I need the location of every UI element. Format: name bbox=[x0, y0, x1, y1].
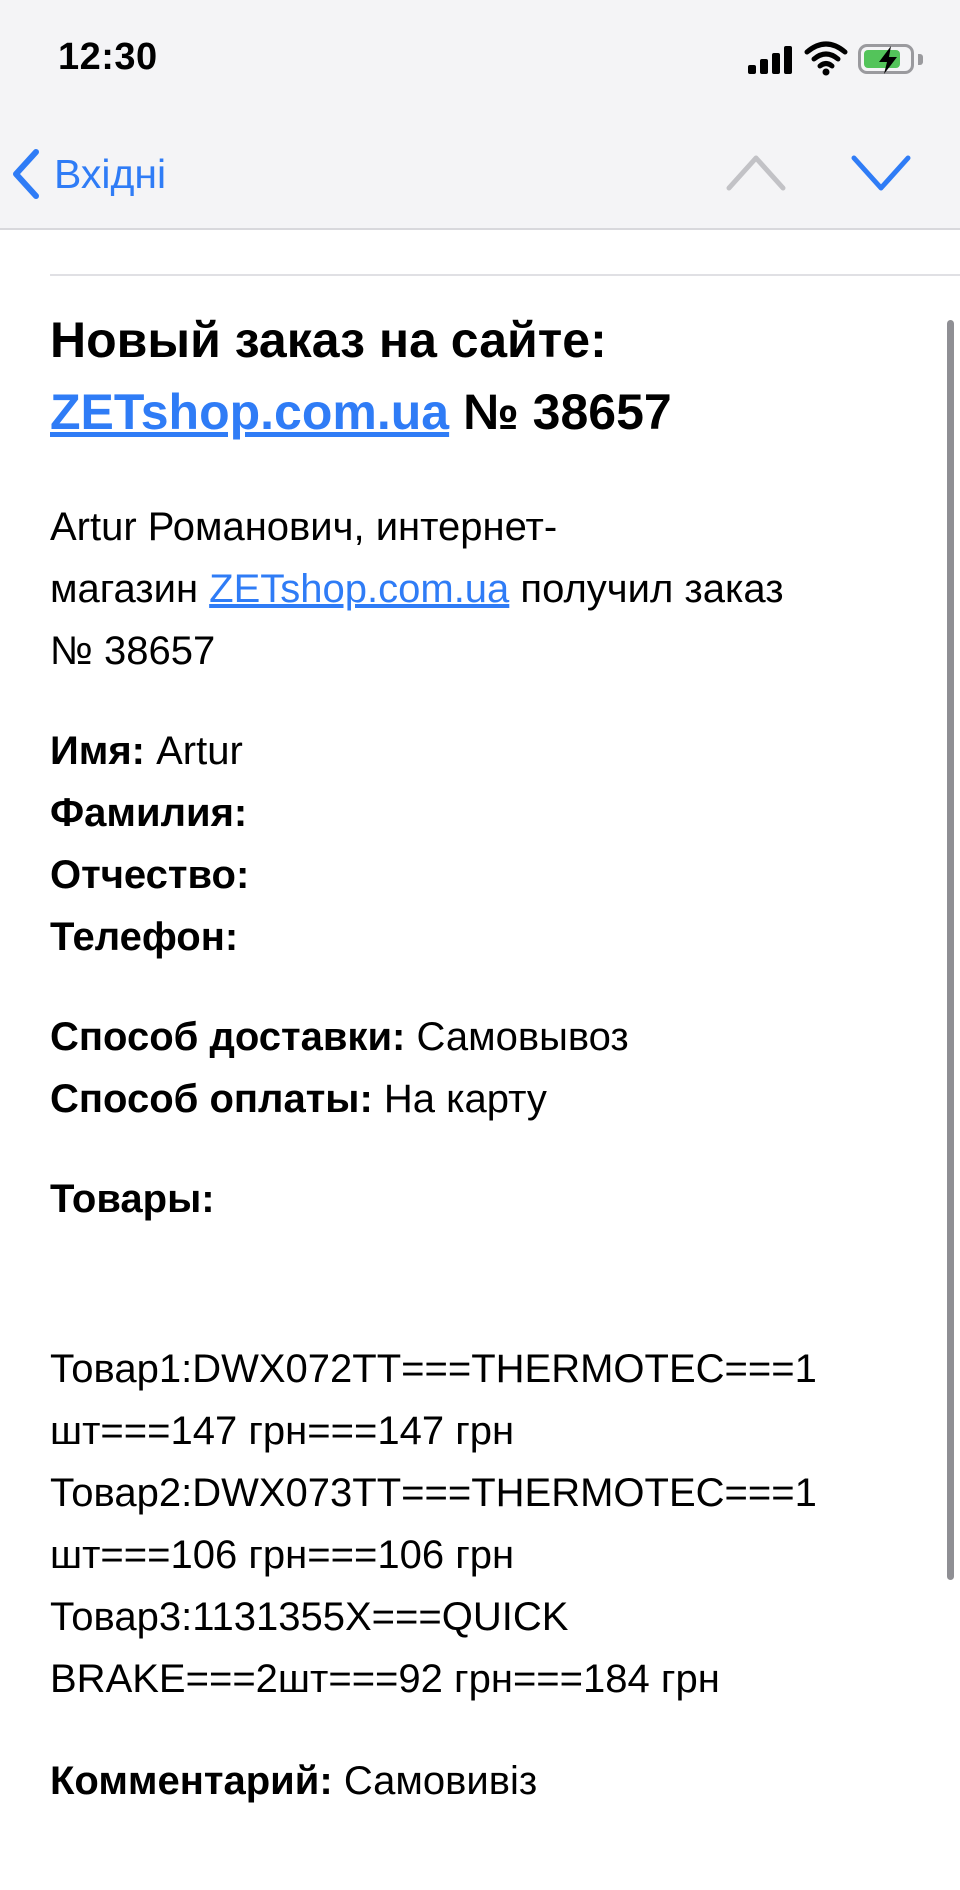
email-intro: Artur Романович, интернет- магазин ZETsh… bbox=[50, 496, 880, 682]
back-button-label: Вхідні bbox=[54, 150, 167, 197]
field-label: Фамилия: bbox=[50, 791, 248, 835]
wifi-icon bbox=[804, 41, 848, 76]
order-options: Способ доставки: Самовывоз Способ оплаты… bbox=[50, 1006, 880, 1130]
field-label: Отчество: bbox=[50, 853, 250, 897]
goods-label: Товары: bbox=[50, 1177, 215, 1221]
goods-line: шт===106 грн===106 грн bbox=[50, 1533, 515, 1577]
payment-label: Способ оплаты: bbox=[50, 1077, 373, 1121]
intro-suffix: получил заказ bbox=[520, 567, 784, 611]
goods-line: Товар2:DWX073TT===THERMOTEC===1 bbox=[50, 1471, 817, 1515]
delivery-method: Способ доставки: Самовывоз bbox=[50, 1006, 880, 1068]
field-patronymic: Отчество: bbox=[50, 844, 880, 906]
intro-line1: Artur Романович, интернет- bbox=[50, 505, 558, 549]
order-comment: Комментарий: Самовивіз bbox=[50, 1750, 880, 1812]
comment-label: Комментарий: bbox=[50, 1759, 333, 1803]
navigation-bar: Вхідні bbox=[0, 120, 960, 230]
header-divider bbox=[50, 274, 960, 276]
email-heading: Новый заказ на сайте: ZETshop.com.ua № 3… bbox=[50, 304, 880, 448]
field-last-name: Фамилия: bbox=[50, 782, 880, 844]
chevron-down-icon[interactable] bbox=[850, 150, 912, 194]
field-label: Имя: bbox=[50, 729, 145, 773]
delivery-label: Способ доставки: bbox=[50, 1015, 406, 1059]
field-first-name: Имя: Artur bbox=[50, 720, 880, 782]
heading-shop-link[interactable]: ZETshop.com.ua bbox=[50, 384, 449, 440]
email-body: Новый заказ на сайте: ZETshop.com.ua № 3… bbox=[0, 230, 960, 1890]
goods-line: Товар1:DWX072TT===THERMOTEC===1 bbox=[50, 1347, 817, 1391]
intro-order-number: № 38657 bbox=[50, 629, 216, 673]
intro-shop-link[interactable]: ZETshop.com.ua bbox=[209, 567, 509, 611]
customer-fields: Имя: Artur Фамилия: Отчество: Телефон: bbox=[50, 720, 880, 968]
chevron-up-icon[interactable] bbox=[725, 150, 787, 194]
intro-prefix: магазин bbox=[50, 567, 199, 611]
payment-method: Способ оплаты: На карту bbox=[50, 1068, 880, 1130]
chevron-left-icon bbox=[13, 149, 39, 199]
battery-cap bbox=[918, 54, 923, 65]
charging-bolt-icon bbox=[879, 46, 897, 74]
goods-line: шт===147 грн===147 грн bbox=[50, 1409, 515, 1453]
back-button[interactable]: Вхідні bbox=[10, 146, 166, 202]
heading-order-number: № 38657 bbox=[463, 384, 672, 440]
field-label: Телефон: bbox=[50, 915, 239, 959]
goods-heading: Товары: bbox=[50, 1168, 880, 1230]
email-message: Новый заказ на сайте: ZETshop.com.ua № 3… bbox=[50, 304, 880, 1812]
status-bar: 12:30 bbox=[0, 0, 960, 120]
field-phone: Телефон: bbox=[50, 906, 880, 968]
field-value: Artur bbox=[156, 729, 243, 773]
comment-value: Самовивіз bbox=[343, 1759, 538, 1803]
delivery-value: Самовывоз bbox=[416, 1015, 629, 1059]
scroll-indicator[interactable] bbox=[947, 320, 954, 1580]
status-time: 12:30 bbox=[58, 36, 158, 78]
heading-line1: Новый заказ на сайте: bbox=[50, 312, 607, 368]
cellular-signal-icon bbox=[748, 46, 792, 74]
goods-line: BRAKE===2шт===92 грн===184 грн bbox=[50, 1657, 720, 1701]
payment-value: На карту bbox=[383, 1077, 547, 1121]
goods-line: Товар3:1131355X===QUICK bbox=[50, 1595, 569, 1639]
goods-list: Товар1:DWX072TT===THERMOTEC===1 шт===147… bbox=[50, 1338, 880, 1710]
